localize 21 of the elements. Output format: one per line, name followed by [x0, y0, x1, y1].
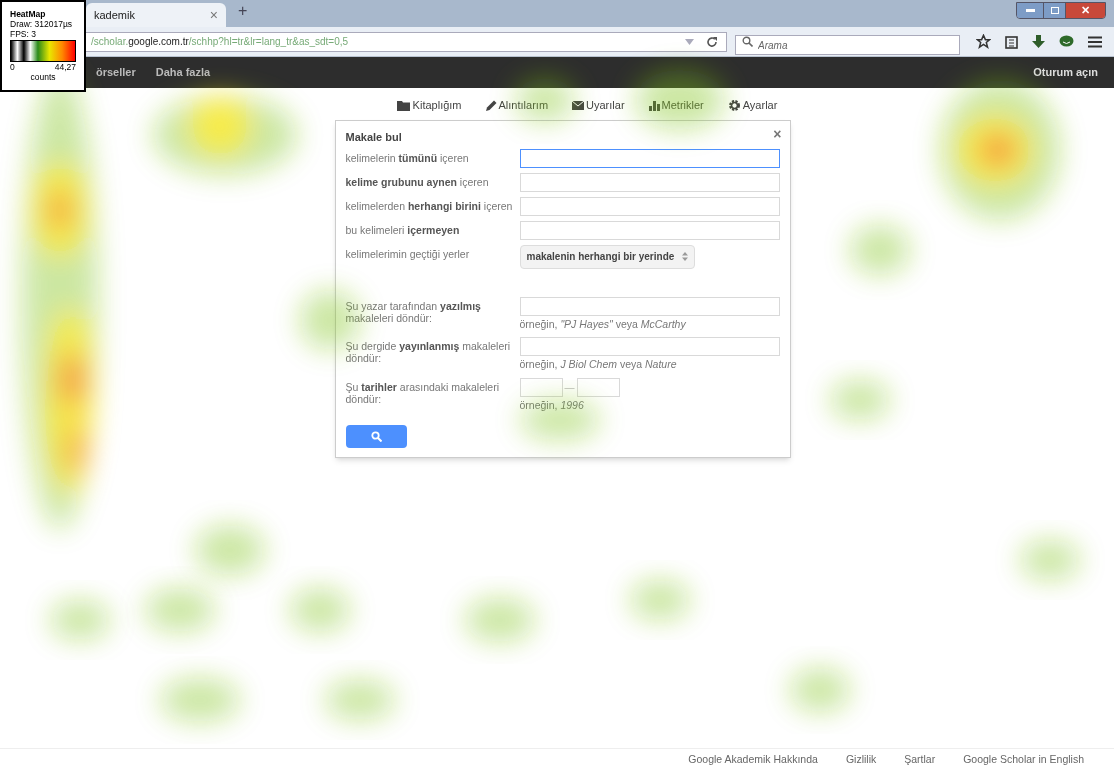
legend-text: FPS: 3 — [10, 29, 37, 39]
scale-max: 44,27 — [54, 62, 76, 72]
hint-text: örneğin, 1996 — [519, 398, 585, 413]
scale-min: 0 — [10, 62, 15, 72]
field-label: kelimelerimin geçtiği yerler — [345, 246, 471, 262]
field-label: Şu yazar tarafından yazılmış makaleleri döndür: — [345, 298, 482, 326]
field-label: kelime grubunu aynen içeren — [345, 174, 490, 190]
field-label: bu kelimeleri içermeyen — [345, 222, 461, 238]
url-text: /scholar.google.com.tr/schhp?hl=tr&lr=lang_tr&as_sdt=0,5 — [91, 35, 350, 49]
field-label: kelimelerden herhangi birini içeren — [345, 198, 514, 214]
tab-title: kademik — [94, 7, 135, 23]
field-label: Şu dergide yayınlanmış makaleleri döndür: — [345, 339, 512, 367]
hint-text: örneğin, J Biol Chem veya Nature — [519, 357, 678, 373]
range-separator: — — [564, 381, 575, 395]
dialog-title: Makale bul — [345, 130, 402, 145]
field-label: Şu tarihler arasındaki makaleleri döndür: — [345, 380, 500, 407]
hint-text: örneğin, "PJ Hayes" veya McCarthy — [519, 316, 687, 332]
legend-title: HeatMap — [10, 9, 47, 19]
legend-unit: counts — [29, 72, 57, 82]
legend-text: Draw: 312017µs — [10, 19, 74, 29]
field-label: kelimelerin tümünü içeren — [345, 150, 470, 166]
